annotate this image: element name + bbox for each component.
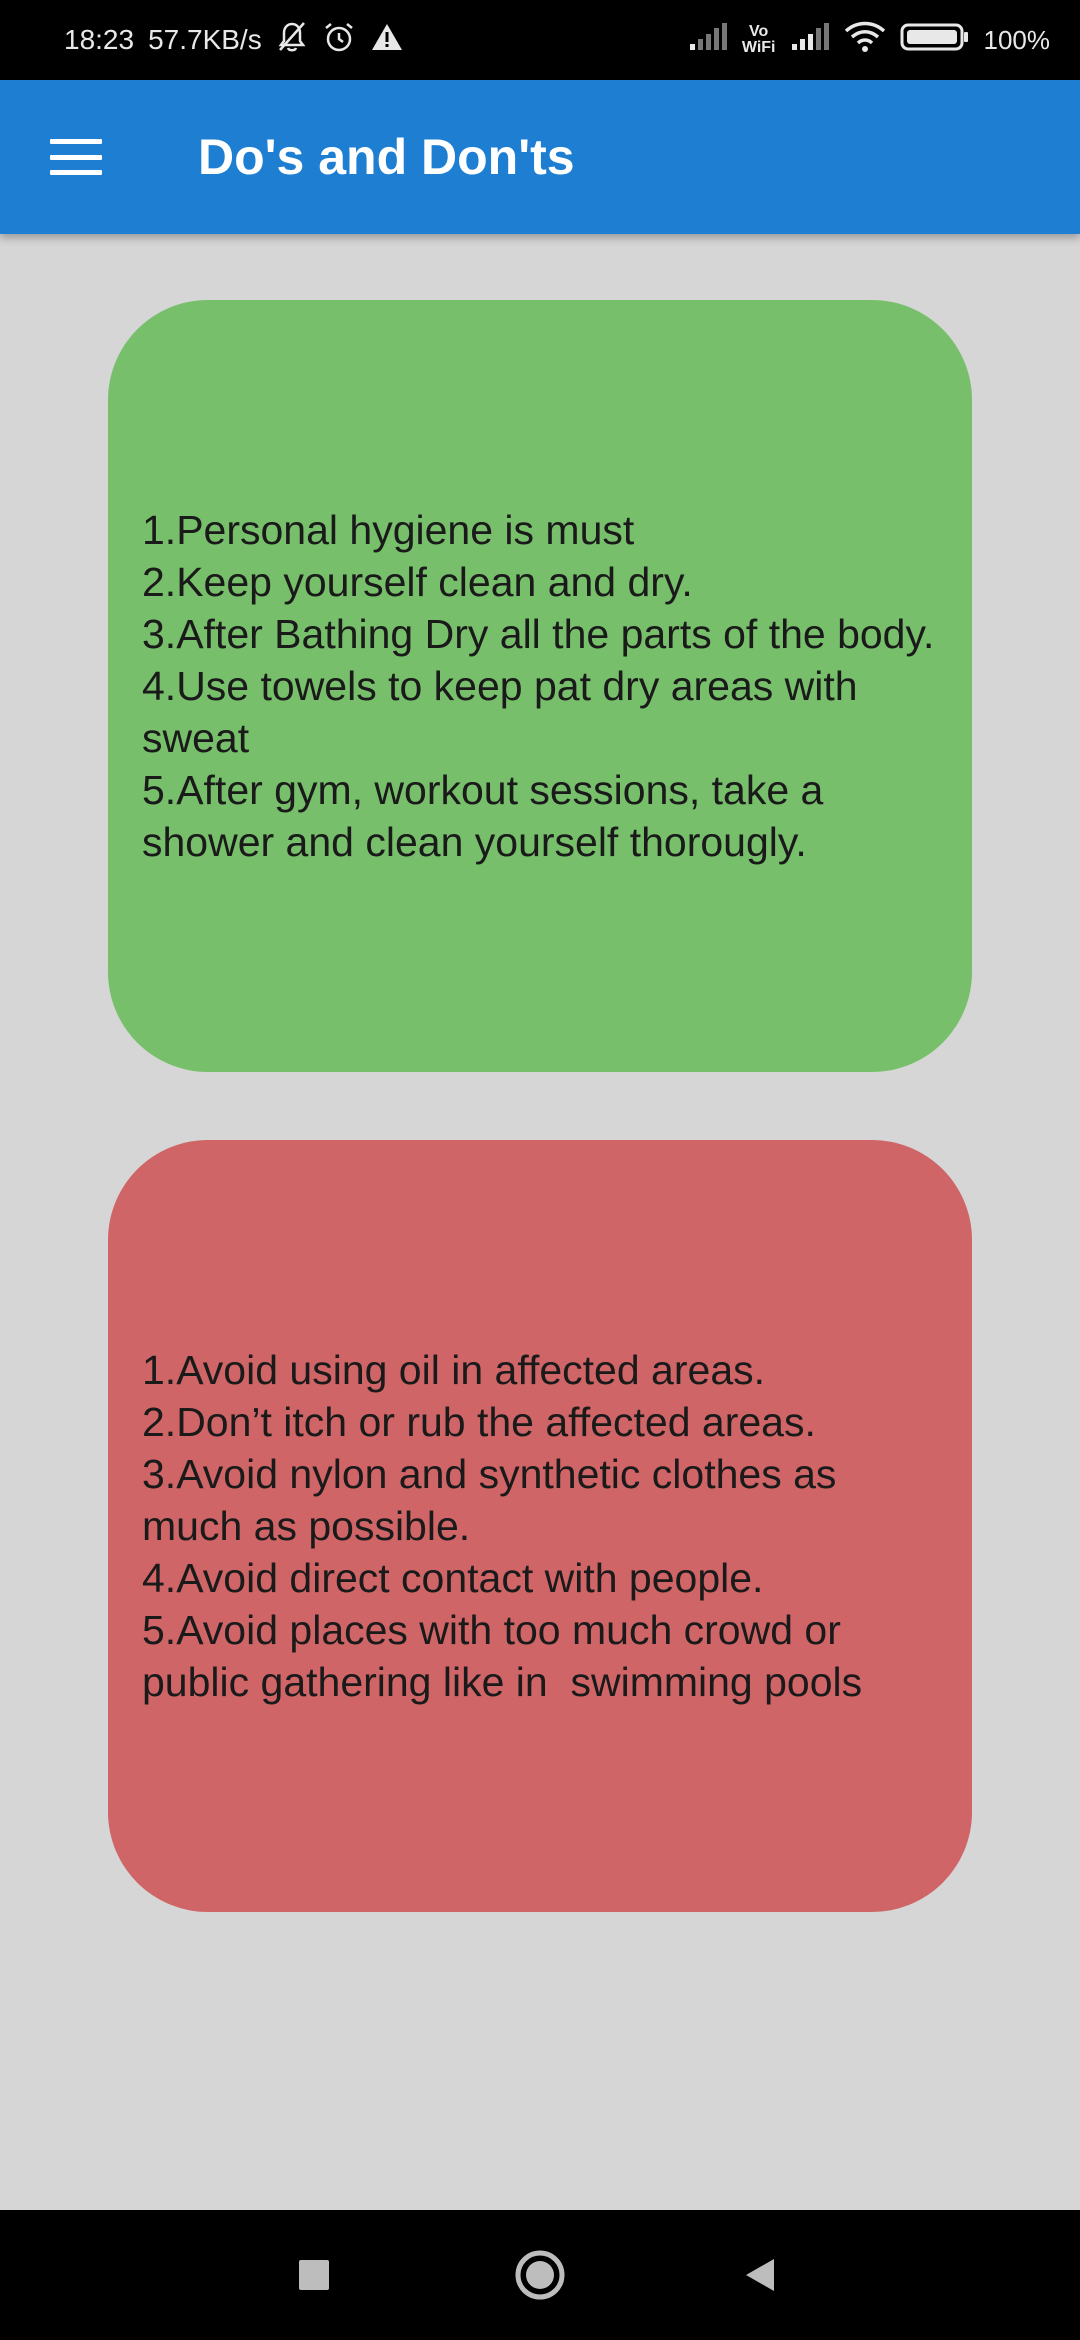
dos-list-text: 1.Personal hygiene is must 2.Keep yourse… xyxy=(142,507,935,865)
dos-card: 1.Personal hygiene is must 2.Keep yourse… xyxy=(108,300,972,1072)
status-time: 18:23 xyxy=(64,24,135,55)
battery-percentage: 100% xyxy=(983,24,1051,55)
donts-list-text: 1.Avoid using oil in affected areas. 2.D… xyxy=(142,1347,863,1705)
hamburger-menu-icon[interactable] xyxy=(48,131,104,183)
back-icon[interactable] xyxy=(730,2210,790,2340)
alarm-icon xyxy=(322,20,356,61)
home-icon[interactable] xyxy=(510,2210,570,2340)
status-right: Vo WiFi 100% xyxy=(688,21,1050,60)
bell-off-icon xyxy=(276,20,308,61)
status-left: 18:23 57.7KB/s xyxy=(64,20,404,61)
vowifi-indicator: Vo WiFi xyxy=(741,23,776,56)
recents-icon[interactable] xyxy=(284,2210,344,2340)
system-nav-bar xyxy=(0,2210,1080,2340)
app-bar: Do's and Don'ts xyxy=(0,80,1080,234)
warning-icon xyxy=(370,22,404,59)
status-bar: 18:23 57.7KB/s Vo WiFi 100% xyxy=(0,0,1080,80)
signal-icon xyxy=(790,22,830,59)
signal-icon xyxy=(688,22,728,59)
page-title: Do's and Don'ts xyxy=(198,129,575,185)
network-speed: 57.7KB/s xyxy=(148,24,262,55)
donts-card: 1.Avoid using oil in affected areas. 2.D… xyxy=(108,1140,972,1912)
wifi-icon xyxy=(844,21,886,60)
battery-icon xyxy=(900,22,970,59)
